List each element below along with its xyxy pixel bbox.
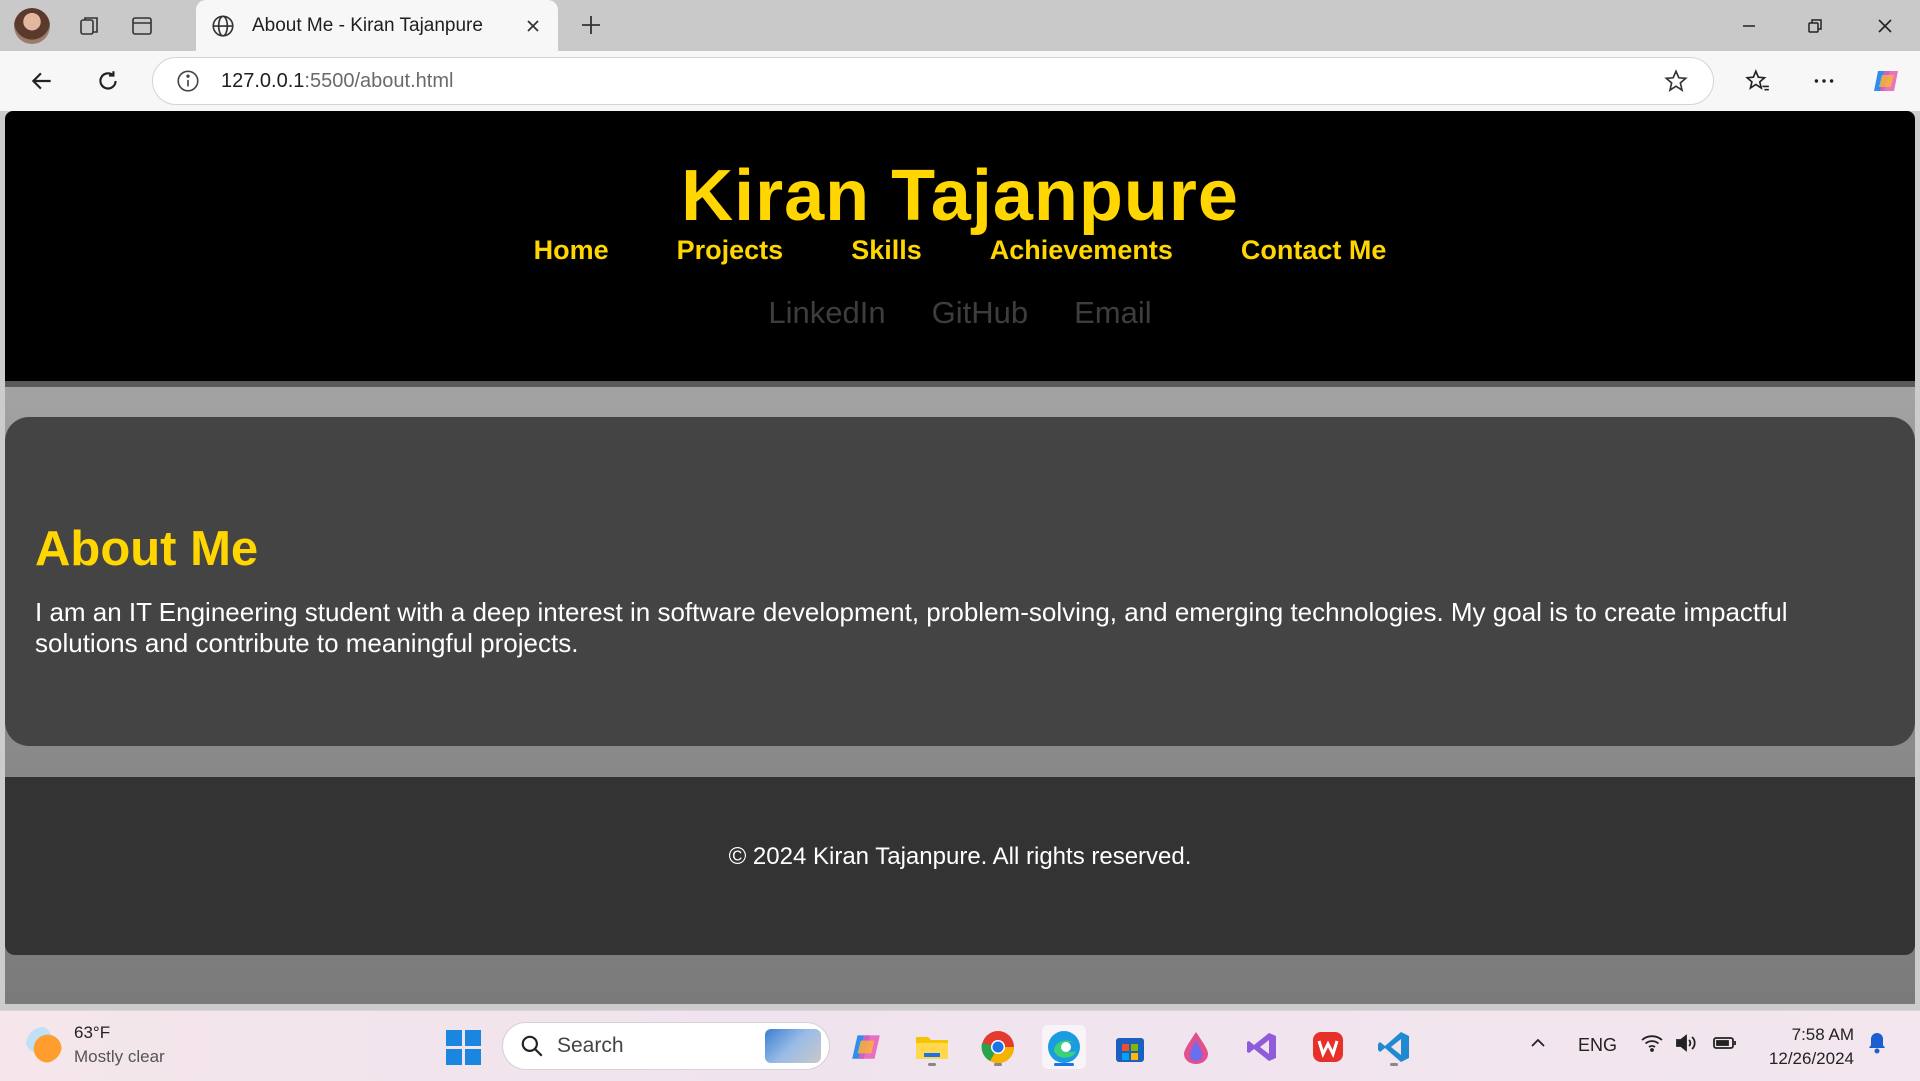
close-tab-icon[interactable] [518,11,548,41]
wifi-icon[interactable] [1640,1033,1664,1058]
weather-condition: Mostly clear [74,1047,165,1066]
weather-temperature: 63°F [74,1023,111,1042]
restore-button[interactable] [1782,0,1848,51]
taskbar-app-wps[interactable] [1306,1025,1350,1069]
about-section: About Me I am an IT Engineering student … [5,417,1915,746]
language-indicator[interactable]: ENG [1578,1035,1617,1056]
weather-widget[interactable]: 63°F Mostly clear [26,1021,165,1069]
vscode-icon [1378,1032,1409,1062]
url-host: 127.0.0.1 [221,69,305,92]
social-nav: LinkedIn GitHub Email [5,295,1915,331]
copilot-icon[interactable] [1866,61,1906,101]
chrome-icon [981,1031,1015,1064]
globe-icon [210,13,236,39]
social-link-email[interactable]: Email [1074,295,1152,331]
more-menu-icon[interactable] [1804,61,1844,101]
site-footer: © 2024 Kiran Tajanpure. All rights reser… [5,777,1915,955]
store-icon [1116,1038,1144,1062]
show-hidden-icons-chevron-icon[interactable] [1528,1033,1548,1058]
browser-tab-active[interactable]: About Me - Kiran Tajanpure [196,0,558,51]
main-nav: Home Projects Skills Achievements Contac… [5,235,1915,266]
copilot-app-icon [852,1035,880,1059]
start-button[interactable] [441,1025,485,1069]
profile-avatar[interactable] [14,7,50,44]
nav-link-contact[interactable]: Contact Me [1241,235,1387,266]
taskbar-app-file-explorer[interactable] [910,1025,954,1069]
site-header: Kiran Tajanpure Home Projects Skills Ach… [5,111,1915,387]
about-heading: About Me [35,522,259,576]
taskbar-search[interactable]: Search [502,1022,830,1070]
paint-drop-icon [1184,1032,1208,1064]
close-window-button[interactable] [1852,0,1918,51]
visual-studio-icon [1247,1033,1276,1061]
wps-office-icon [1313,1032,1343,1062]
edge-icon [1048,1031,1080,1063]
search-highlight-icon [765,1029,821,1063]
folder-icon [916,1037,948,1059]
taskbar-app-visual-studio[interactable] [1240,1025,1284,1069]
nav-link-projects[interactable]: Projects [677,235,784,266]
taskbar-app-vscode[interactable] [1372,1025,1416,1069]
windows-logo-icon [445,1029,481,1065]
tab-title: About Me - Kiran Tajanpure [252,14,483,36]
workspaces-icon[interactable] [68,4,112,48]
battery-icon[interactable] [1712,1033,1738,1058]
vertical-tabs-icon[interactable] [120,4,164,48]
address-toolbar: 127.0.0.1:5500/about.html [0,51,1920,111]
refresh-button[interactable] [88,61,128,101]
search-label: Search [557,1034,624,1057]
clock-time: 7:58 AM [1791,1025,1854,1044]
taskbar-app-paint[interactable] [1174,1025,1218,1069]
url-text: 127.0.0.1:5500/about.html [221,70,453,93]
page-viewport: Kiran Tajanpure Home Projects Skills Ach… [5,111,1915,1004]
back-button[interactable] [22,61,62,101]
weather-moon-cloud-icon [26,1027,62,1063]
site-title: Kiran Tajanpure [681,156,1239,236]
url-path: :5500/about.html [304,69,454,92]
clock-date: 12/26/2024 [1768,1049,1854,1068]
system-clock[interactable]: 7:58 AM 12/26/2024 [1769,1023,1854,1071]
footer-copyright: © 2024 Kiran Tajanpure. All rights reser… [728,843,1192,870]
social-link-linkedin[interactable]: LinkedIn [768,295,885,331]
nav-link-skills[interactable]: Skills [851,235,922,266]
favorites-icon[interactable] [1738,61,1778,101]
taskbar-app-copilot[interactable] [844,1025,888,1069]
taskbar-app-edge[interactable] [1042,1025,1086,1069]
taskbar-app-store[interactable] [1108,1025,1152,1069]
minimize-button[interactable] [1716,0,1782,51]
taskbar-app-chrome[interactable] [976,1025,1020,1069]
volume-icon[interactable] [1674,1033,1698,1058]
notification-bell-icon[interactable] [1866,1031,1888,1060]
new-tab-button[interactable] [572,6,610,44]
social-link-github[interactable]: GitHub [932,295,1028,331]
nav-link-achievements[interactable]: Achievements [990,235,1173,266]
about-text: I am an IT Engineering student with a de… [35,597,1788,658]
taskbar: 63°F Mostly clear Search ENG 7:58 AM 12/… [0,1010,1920,1081]
url-bar[interactable]: 127.0.0.1:5500/about.html [152,57,1714,105]
nav-link-home[interactable]: Home [534,235,609,266]
favorite-star-icon[interactable] [1663,68,1689,94]
info-icon[interactable] [175,68,201,94]
search-icon [519,1033,545,1059]
